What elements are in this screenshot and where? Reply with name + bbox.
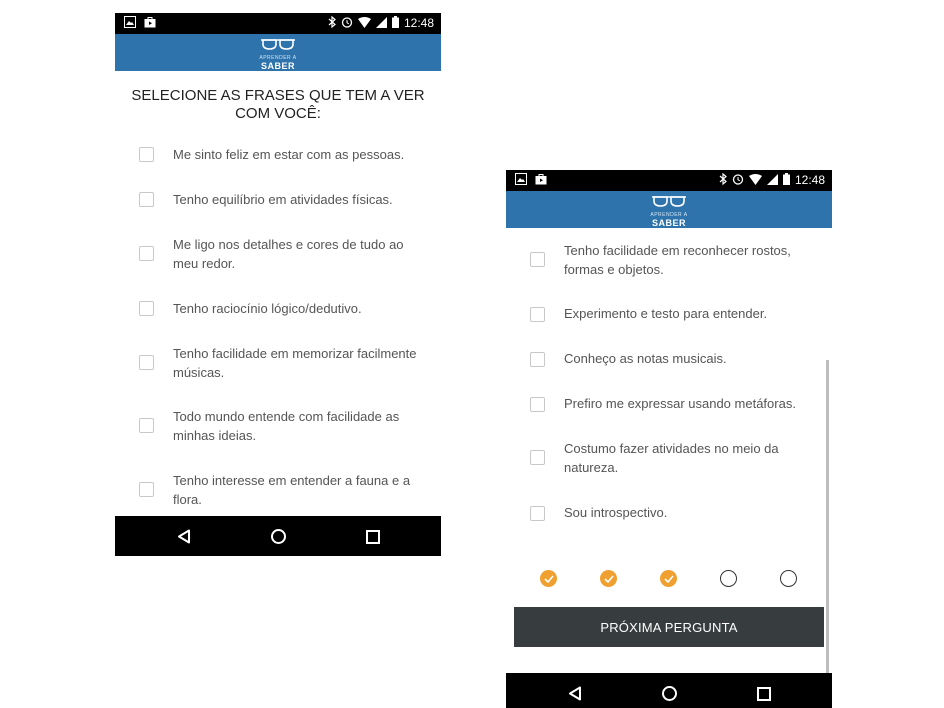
option-item[interactable]: Tenho equilíbrio em atividades físicas. (115, 186, 441, 214)
wifi-icon (748, 173, 762, 188)
option-label: Tenho interesse em entender a fauna e a … (173, 473, 411, 507)
option-label: Tenho facilidade em reconhecer rostos, f… (564, 243, 791, 277)
option-label: Costumo fazer atividades no meio da natu… (564, 441, 779, 475)
glasses-icon (261, 39, 295, 50)
scrollbar[interactable] (826, 360, 829, 676)
option-checkbox[interactable] (530, 450, 545, 465)
option-checkbox[interactable] (530, 397, 545, 412)
recent-apps-icon[interactable] (366, 530, 380, 544)
signal-icon (766, 173, 778, 188)
glasses-icon (652, 196, 686, 207)
back-icon[interactable] (568, 686, 582, 706)
phone-screen-left: 12:48 APRENDER A SABER SELECIONE AS FRAS… (115, 13, 441, 556)
gallery-notification-icon (515, 173, 527, 188)
app-bar: APRENDER A SABER (506, 191, 832, 228)
next-question-button[interactable]: PRÓXIMA PERGUNTA (514, 607, 824, 647)
phone-screen-right: 12:48 APRENDER A SABER Tenho facilidade … (506, 170, 832, 708)
option-checkbox[interactable] (139, 482, 154, 497)
option-checkbox[interactable] (530, 307, 545, 322)
option-label: Me sinto feliz em estar com as pessoas. (173, 147, 405, 162)
option-item[interactable]: Me ligo nos detalhes e cores de tudo ao … (115, 233, 441, 273)
option-label: Tenho raciocínio lógico/dedutivo. (173, 301, 362, 316)
option-checkbox[interactable] (139, 301, 154, 316)
option-label: Sou introspectivo. (564, 505, 668, 520)
bluetooth-icon (719, 172, 727, 188)
option-item[interactable]: Sou introspectivo. (506, 501, 832, 529)
option-item[interactable]: Todo mundo entende com facilidade as min… (115, 405, 441, 445)
option-checkbox[interactable] (139, 192, 154, 207)
check-icon (663, 574, 674, 583)
option-checkbox[interactable] (530, 252, 545, 267)
option-item[interactable]: Tenho interesse em entender a fauna e a … (115, 469, 441, 509)
option-checkbox[interactable] (139, 355, 154, 370)
option-label: Me ligo nos detalhes e cores de tudo ao … (173, 237, 404, 271)
option-checkbox[interactable] (139, 147, 154, 162)
check-icon (543, 574, 554, 583)
navigation-bar (115, 516, 441, 556)
store-notification-icon (144, 16, 156, 31)
check-icon (603, 574, 614, 583)
store-notification-icon (535, 173, 547, 188)
status-bar: 12:48 (115, 13, 441, 34)
option-checkbox[interactable] (530, 352, 545, 367)
option-checkbox[interactable] (530, 506, 545, 521)
option-item[interactable]: Me sinto feliz em estar com as pessoas. (115, 141, 441, 169)
app-logo: APRENDER A SABER (639, 194, 699, 228)
clock-time: 12:48 (403, 16, 434, 30)
option-item[interactable]: Experimento e testo para entender. (506, 302, 832, 330)
progress-dot-completed (660, 570, 677, 587)
signal-icon (375, 16, 387, 31)
battery-icon (782, 173, 790, 188)
battery-icon (391, 16, 399, 31)
gallery-notification-icon (124, 16, 136, 31)
progress-dot-pending (720, 570, 737, 587)
progress-dot-pending (780, 570, 797, 587)
home-icon[interactable] (271, 529, 286, 544)
back-icon[interactable] (177, 529, 191, 549)
navigation-bar (506, 673, 832, 708)
question-title: SELECIONE AS FRASES QUE TEM A VER COM VO… (131, 87, 425, 122)
alarm-icon (341, 16, 353, 31)
bluetooth-icon (328, 15, 336, 31)
app-bar: APRENDER A SABER (115, 34, 441, 71)
option-label: Tenho facilidade em memorizar facilmente… (173, 346, 417, 380)
status-bar: 12:48 (506, 170, 832, 191)
option-item[interactable]: Conheço as notas musicais. (506, 347, 832, 375)
progress-dot-completed (600, 570, 617, 587)
logo-text-big: SABER (260, 61, 295, 71)
option-item[interactable]: Prefiro me expressar usando metáforas. (506, 392, 832, 420)
option-item[interactable]: Tenho raciocínio lógico/dedutivo. (115, 295, 441, 323)
option-label: Todo mundo entende com facilidade as min… (173, 409, 400, 443)
wifi-icon (357, 16, 371, 31)
option-label: Experimento e testo para entender. (564, 306, 768, 321)
option-label: Conheço as notas musicais. (564, 351, 727, 366)
option-item[interactable]: Tenho facilidade em memorizar facilmente… (115, 342, 441, 382)
alarm-icon (732, 173, 744, 188)
home-icon[interactable] (662, 686, 677, 701)
option-label: Prefiro me expressar usando metáforas. (564, 396, 796, 411)
option-item[interactable]: Costumo fazer atividades no meio da natu… (506, 437, 832, 477)
option-label: Tenho equilíbrio em atividades físicas. (173, 192, 393, 207)
progress-dot-completed (540, 570, 557, 587)
clock-time: 12:48 (794, 173, 825, 187)
option-checkbox[interactable] (139, 418, 154, 433)
option-item[interactable]: Tenho facilidade em reconhecer rostos, f… (506, 239, 832, 279)
option-checkbox[interactable] (139, 246, 154, 261)
logo-text-big: SABER (651, 218, 686, 228)
recent-apps-icon[interactable] (757, 687, 771, 701)
app-logo: APRENDER A SABER (248, 37, 308, 71)
